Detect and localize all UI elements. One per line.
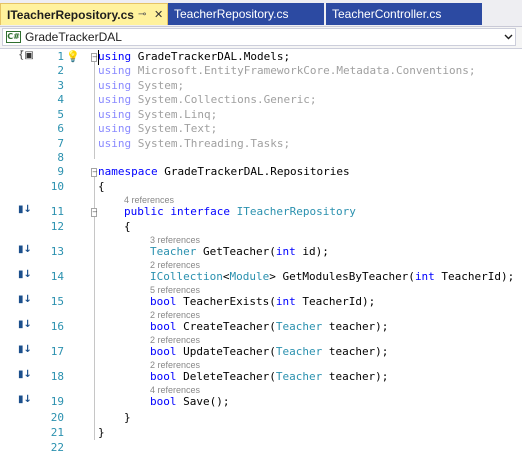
line-number: 16 — [50, 320, 64, 333]
scope-icon: {̄▣ — [18, 50, 34, 61]
code-text: { — [124, 220, 131, 233]
tab-label: TeacherController.cs — [332, 7, 442, 21]
code-text: } — [124, 411, 131, 424]
line-number: 12 — [50, 220, 64, 233]
tab-label: ITeacherRepository.cs — [7, 8, 134, 22]
csharp-project-icon: C# — [6, 31, 21, 43]
code-text: bool Save(); — [150, 395, 230, 408]
pin-icon[interactable]: ⊸ — [138, 4, 146, 26]
collapse-icon[interactable]: − — [91, 168, 98, 177]
code-line-13: ▮↓ 13 Teacher GetTeacher(int id); — [0, 244, 522, 260]
code-text: { — [98, 180, 105, 193]
code-line-22: 22 — [0, 440, 522, 456]
code-text: bool CreateTeacher(Teacher teacher); — [150, 320, 389, 333]
tab-label: TeacherRepository.cs — [174, 7, 289, 21]
code-text: using Microsoft.EntityFrameworkCore.Meta… — [98, 64, 476, 77]
code-line-21: 21 } — [0, 425, 522, 441]
collapse-icon[interactable]: − — [91, 208, 98, 217]
implementation-margin-icon[interactable]: ▮↓ — [18, 204, 32, 216]
code-line-12: 12 { — [0, 219, 522, 235]
line-number: 11 — [50, 205, 64, 218]
line-number: 19 — [50, 395, 64, 408]
code-text: using System.Collections.Generic; — [98, 93, 317, 106]
line-number: 6 — [57, 122, 64, 135]
code-text: } — [98, 426, 105, 439]
navigation-bar: C# GradeTrackerDAL — [0, 27, 522, 49]
project-dropdown[interactable]: C# GradeTrackerDAL — [2, 28, 516, 46]
code-text: using System.Text; — [98, 122, 218, 135]
line-number: 14 — [50, 270, 64, 283]
code-line-15: ▮↓ 15 bool TeacherExists(int TeacherId); — [0, 294, 522, 310]
code-line-4: 4 using System.Collections.Generic; — [0, 92, 522, 108]
line-number: 22 — [50, 441, 64, 454]
code-line-9: 9 − namespace GradeTrackerDAL.Repositori… — [0, 164, 522, 180]
tab-teachercontroller[interactable]: TeacherController.cs — [326, 3, 482, 25]
tab-iteacherrepository[interactable]: ITeacherRepository.cs ⊸ ✕ — [0, 3, 168, 25]
code-text: bool UpdateTeacher(Teacher teacher); — [150, 345, 389, 358]
line-number: 9 — [57, 165, 64, 178]
code-line-20: 20 } — [0, 410, 522, 426]
lightbulb-icon[interactable]: 💡 — [66, 49, 80, 64]
code-line-17: ▮↓ 17 bool UpdateTeacher(Teacher teacher… — [0, 344, 522, 360]
line-number: 10 — [50, 180, 64, 193]
code-line-2: 2 using Microsoft.EntityFrameworkCore.Me… — [0, 63, 522, 79]
implementation-margin-icon[interactable]: ▮↓ — [18, 269, 32, 281]
code-line-6: 6 using System.Text; — [0, 121, 522, 137]
code-line-18: ▮↓ 18 bool DeleteTeacher(Teacher teacher… — [0, 369, 522, 385]
code-editor[interactable]: {̄▣ 1 💡 − using GradeTrackerDAL.Models; … — [0, 49, 522, 458]
code-text: bool DeleteTeacher(Teacher teacher); — [150, 370, 389, 383]
line-number: 18 — [50, 370, 64, 383]
implementation-margin-icon[interactable]: ▮↓ — [18, 369, 32, 381]
line-number: 15 — [50, 295, 64, 308]
implementation-margin-icon[interactable]: ▮↓ — [18, 294, 32, 306]
code-text: ICollection<Module> GetModulesByTeacher(… — [150, 270, 515, 283]
document-tab-strip: ITeacherRepository.cs ⊸ ✕ TeacherReposit… — [0, 0, 522, 27]
line-number: 17 — [50, 345, 64, 358]
line-number: 4 — [57, 93, 64, 106]
code-line-14: ▮↓ 14 ICollection<Module> GetModulesByTe… — [0, 269, 522, 285]
implementation-margin-icon[interactable]: ▮↓ — [18, 344, 32, 356]
code-line-19: ▮↓ 19 bool Save(); — [0, 394, 522, 410]
code-line-16: ▮↓ 16 bool CreateTeacher(Teacher teacher… — [0, 319, 522, 335]
code-text: public interface ITeacherRepository — [124, 205, 356, 218]
collapse-icon[interactable]: − — [91, 53, 98, 62]
implementation-margin-icon[interactable]: ▮↓ — [18, 319, 32, 331]
project-name: GradeTrackerDAL — [25, 30, 122, 44]
line-number: 13 — [50, 245, 64, 258]
code-text: namespace GradeTrackerDAL.Repositories — [98, 165, 350, 178]
implementation-margin-icon[interactable]: ▮↓ — [18, 394, 32, 406]
code-line-11: ▮↓ 11 − public interface ITeacherReposit… — [0, 204, 522, 220]
line-number: 2 — [57, 64, 64, 77]
chevron-down-icon[interactable] — [504, 32, 513, 41]
code-line-10: 10 { — [0, 179, 522, 195]
code-text: bool TeacherExists(int TeacherId); — [150, 295, 376, 308]
tab-teacherrepository[interactable]: TeacherRepository.cs — [168, 3, 324, 25]
line-number: 21 — [50, 426, 64, 439]
close-icon[interactable]: ✕ — [154, 4, 163, 26]
line-number: 20 — [50, 411, 64, 424]
code-text: Teacher GetTeacher(int id); — [150, 245, 329, 258]
implementation-margin-icon[interactable]: ▮↓ — [18, 244, 32, 256]
